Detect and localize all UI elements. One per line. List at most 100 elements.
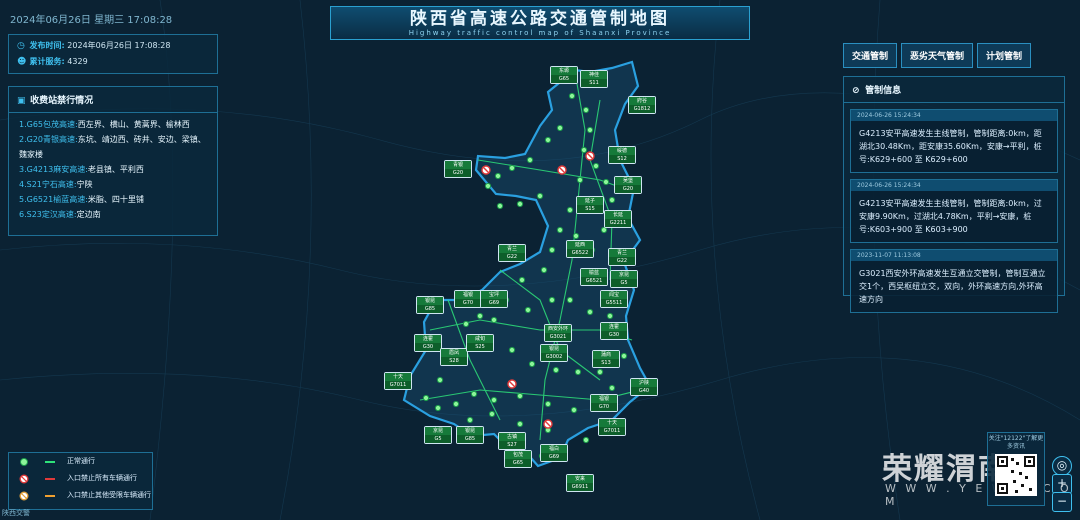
- station-node[interactable]: [470, 390, 478, 398]
- station-node[interactable]: [576, 176, 584, 184]
- list-item[interactable]: 4.S21宁石高速:宁陕: [19, 177, 207, 192]
- station-node[interactable]: [452, 400, 460, 408]
- highway-sign[interactable]: 安来 G6911: [566, 474, 594, 492]
- station-node[interactable]: [436, 376, 444, 384]
- highway-sign[interactable]: 蒲商 S13: [592, 350, 620, 368]
- station-node[interactable]: [526, 156, 534, 164]
- highway-sign[interactable]: 沪陕 G40: [630, 378, 658, 396]
- closed-station-icon[interactable]: [543, 419, 553, 429]
- list-item[interactable]: 1.G65包茂高速:西左界、横山、黄蒿界、榆林西: [19, 117, 207, 132]
- station-node[interactable]: [582, 106, 590, 114]
- list-item[interactable]: 3.G4213麻安高速:老县镇、平利西: [19, 162, 207, 177]
- station-node[interactable]: [508, 346, 516, 354]
- station-node[interactable]: [596, 368, 604, 376]
- highway-sign[interactable]: 绥德 S12: [608, 146, 636, 164]
- station-node[interactable]: [508, 164, 516, 172]
- station-node[interactable]: [516, 200, 524, 208]
- highway-sign[interactable]: 福银 G70: [454, 290, 482, 308]
- highway-sign[interactable]: 青银 G20: [444, 160, 472, 178]
- tab-weather-control[interactable]: 恶劣天气管制: [901, 43, 974, 68]
- station-node[interactable]: [574, 368, 582, 376]
- highway-sign[interactable]: 包茂 G65: [504, 450, 532, 468]
- station-node[interactable]: [566, 206, 574, 214]
- station-node[interactable]: [544, 400, 552, 408]
- highway-sign[interactable]: 吴堡 G20: [614, 176, 642, 194]
- highway-sign[interactable]: 京昆 G5: [610, 270, 638, 288]
- station-node[interactable]: [490, 396, 498, 404]
- qr-code-box[interactable]: 关注"12122"了解更多资讯: [987, 432, 1045, 506]
- station-node[interactable]: [608, 196, 616, 204]
- control-card[interactable]: 2024-06-26 15:24:34 G4213安平高速发生主线管制，管制距离…: [850, 179, 1058, 243]
- control-card[interactable]: 2024-06-26 15:24:34 G4213安平高速发生主线管制，管制距离…: [850, 109, 1058, 173]
- station-node[interactable]: [434, 404, 442, 412]
- highway-sign[interactable]: 东塬 G65: [550, 66, 578, 84]
- station-node[interactable]: [524, 306, 532, 314]
- locate-button[interactable]: ◎: [1052, 456, 1072, 476]
- highway-sign[interactable]: 榆蓝 G6521: [580, 268, 608, 286]
- station-node[interactable]: [422, 394, 430, 402]
- station-node[interactable]: [528, 360, 536, 368]
- highway-sign[interactable]: 延西 G6522: [566, 240, 594, 258]
- station-node[interactable]: [580, 146, 588, 154]
- highway-sign[interactable]: 连霍 G30: [414, 334, 442, 352]
- highway-sign[interactable]: 银昆 G3002: [540, 344, 568, 362]
- station-node[interactable]: [572, 232, 580, 240]
- station-node[interactable]: [586, 126, 594, 134]
- highway-sign[interactable]: 宝坪 G69: [480, 290, 508, 308]
- closed-station-icon[interactable]: [481, 165, 491, 175]
- station-node[interactable]: [568, 92, 576, 100]
- closed-station-icon[interactable]: [507, 379, 517, 389]
- station-node[interactable]: [556, 226, 564, 234]
- tab-traffic-control[interactable]: 交通管制: [843, 43, 898, 68]
- station-node[interactable]: [496, 202, 504, 210]
- list-item[interactable]: 2.G20青银高速:东坑、靖边西、砖井、安边、梁镇、魏家楼: [19, 132, 207, 162]
- highway-sign[interactable]: 银昆 G85: [456, 426, 484, 444]
- highway-sign[interactable]: 连霍 G30: [600, 322, 628, 340]
- station-node[interactable]: [592, 162, 600, 170]
- station-node[interactable]: [488, 410, 496, 418]
- station-node[interactable]: [466, 416, 474, 424]
- station-node[interactable]: [606, 312, 614, 320]
- station-node[interactable]: [544, 136, 552, 144]
- highway-sign[interactable]: 西安外环 G3021: [544, 324, 572, 342]
- list-item[interactable]: 6.S23定汉高速:定边南: [19, 207, 207, 222]
- station-node[interactable]: [516, 392, 524, 400]
- highway-sign[interactable]: 京昆 G5: [424, 426, 452, 444]
- highway-sign[interactable]: 福白 G69: [540, 444, 568, 462]
- station-node[interactable]: [582, 436, 590, 444]
- station-node[interactable]: [570, 406, 578, 414]
- highway-sign[interactable]: 府谷 G1812: [628, 96, 656, 114]
- highway-sign[interactable]: 十天 G7011: [384, 372, 412, 390]
- station-node[interactable]: [586, 308, 594, 316]
- closed-station-icon[interactable]: [585, 151, 595, 161]
- station-node[interactable]: [600, 226, 608, 234]
- station-node[interactable]: [494, 172, 502, 180]
- highway-sign[interactable]: 青兰 G22: [498, 244, 526, 262]
- station-node[interactable]: [548, 296, 556, 304]
- station-node[interactable]: [518, 276, 526, 284]
- highway-sign[interactable]: 十天 G7011: [598, 418, 626, 436]
- highway-sign[interactable]: 长延 G2211: [604, 210, 632, 228]
- station-node[interactable]: [556, 124, 564, 132]
- highway-sign[interactable]: 闻宝 G5511: [600, 290, 628, 308]
- station-node[interactable]: [540, 266, 548, 274]
- station-node[interactable]: [484, 182, 492, 190]
- station-node[interactable]: [620, 352, 628, 360]
- highway-sign[interactable]: 古镇 S27: [498, 432, 526, 450]
- highway-sign[interactable]: 眉凤 S28: [440, 348, 468, 366]
- highway-sign[interactable]: 神佳 S11: [580, 70, 608, 88]
- highway-sign[interactable]: 咸旬 S25: [466, 334, 494, 352]
- station-node[interactable]: [516, 420, 524, 428]
- station-node[interactable]: [462, 320, 470, 328]
- station-node[interactable]: [566, 296, 574, 304]
- highway-sign[interactable]: 青兰 G22: [608, 248, 636, 266]
- tab-planned-control[interactable]: 计划管制: [977, 43, 1032, 68]
- closed-station-icon[interactable]: [557, 165, 567, 175]
- station-node[interactable]: [476, 312, 484, 320]
- highway-sign[interactable]: 银昆 G85: [416, 296, 444, 314]
- highway-sign[interactable]: 延子 S15: [576, 196, 604, 214]
- station-node[interactable]: [536, 192, 544, 200]
- highway-sign[interactable]: 福银 G70: [590, 394, 618, 412]
- station-node[interactable]: [552, 366, 560, 374]
- station-node[interactable]: [490, 316, 498, 324]
